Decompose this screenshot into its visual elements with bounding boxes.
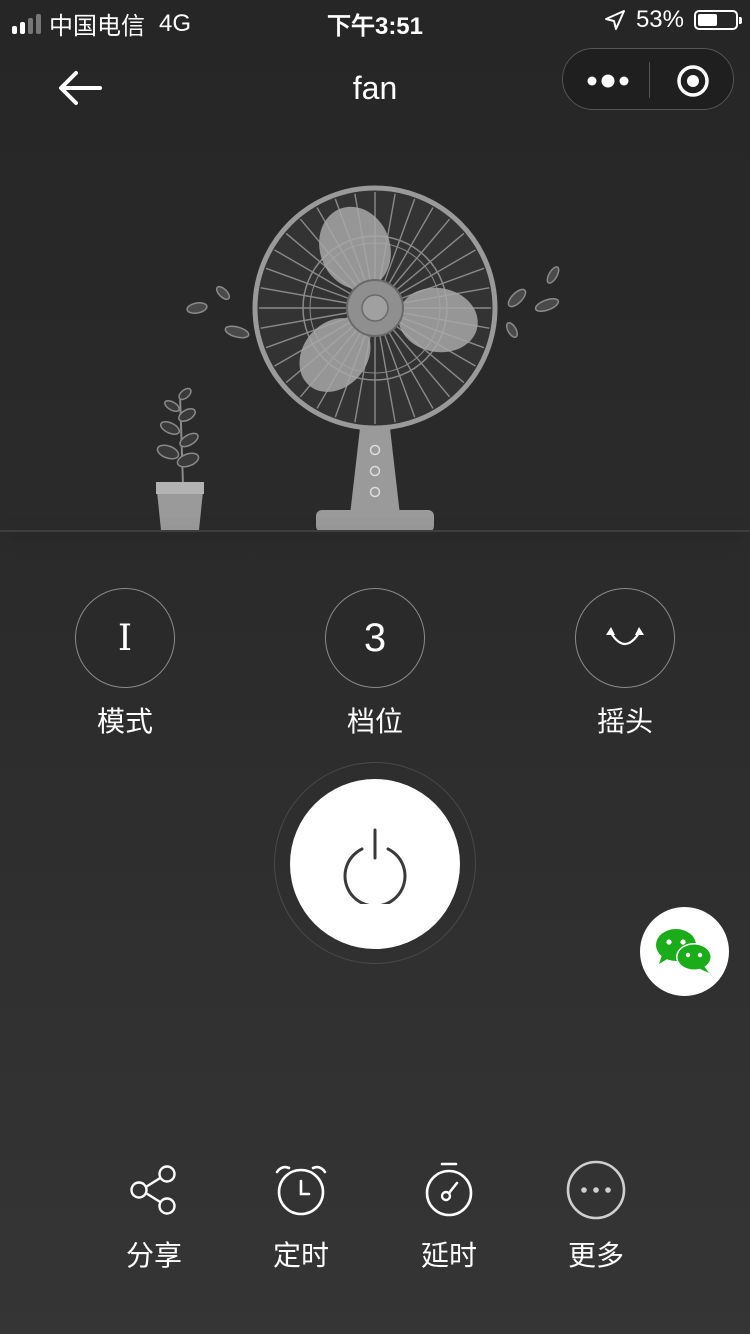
more-dots-icon — [587, 74, 629, 88]
fan-illustration-svg — [156, 185, 560, 532]
wechat-icon — [655, 928, 712, 973]
floor-line — [0, 530, 750, 532]
wechat-float-button[interactable] — [640, 907, 729, 996]
more-label: 更多 — [567, 1240, 624, 1271]
location-arrow-icon — [604, 10, 625, 30]
status-right: 53% — [604, 6, 742, 34]
alarm-clock-icon — [275, 1165, 327, 1216]
more-button[interactable]: 更多 — [536, 1160, 656, 1274]
stopwatch-icon — [425, 1162, 473, 1217]
gear-label: 档位 — [346, 706, 403, 737]
gear-control[interactable]: 3 档位 — [325, 588, 425, 740]
swing-button[interactable] — [575, 588, 675, 688]
fan-stand — [316, 428, 434, 532]
more-dots-button[interactable] — [563, 49, 649, 111]
more-circle-icon — [566, 1160, 626, 1220]
mode-button[interactable]: I — [75, 588, 175, 688]
mode-value: I — [117, 617, 133, 659]
battery-percent: 53% — [635, 6, 684, 33]
share-button[interactable]: 分享 — [94, 1160, 214, 1274]
gear-value: 3 — [363, 615, 387, 660]
fan-illustration — [0, 160, 750, 560]
status-bar: 中国电信 4G 下午3:51 53% — [0, 0, 750, 40]
mini-program-capsule — [562, 48, 734, 110]
mode-control[interactable]: I 模式 — [75, 588, 175, 740]
power-button[interactable] — [290, 779, 460, 949]
timer-label: 定时 — [272, 1240, 329, 1271]
swing-control[interactable]: 摇头 — [575, 588, 675, 740]
share-icon — [130, 1165, 176, 1215]
delay-label: 延时 — [420, 1240, 477, 1271]
mode-label: 模式 — [96, 706, 153, 737]
timer-button[interactable]: 定时 — [241, 1160, 361, 1274]
battery-icon — [694, 10, 742, 30]
gear-button[interactable]: 3 — [325, 588, 425, 688]
potted-plant — [156, 387, 204, 530]
power-icon — [343, 828, 407, 904]
close-target-button[interactable] — [650, 49, 734, 111]
target-icon — [677, 65, 709, 97]
delay-button[interactable]: 延时 — [389, 1160, 509, 1274]
share-label: 分享 — [125, 1240, 182, 1271]
floating-leaves-right — [505, 266, 560, 338]
fan-head — [252, 185, 498, 431]
swing-label: 摇头 — [596, 706, 653, 737]
floating-leaves-left — [186, 285, 250, 339]
swing-arrows-icon — [606, 627, 644, 646]
nav-bar: fan — [0, 48, 750, 128]
